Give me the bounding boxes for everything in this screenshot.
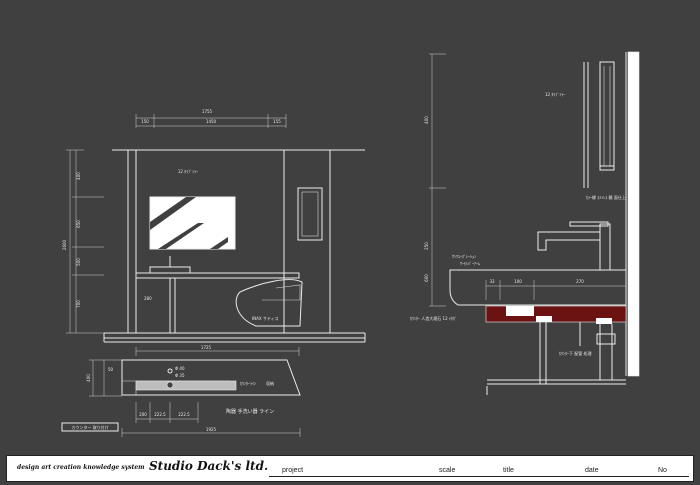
plan-part-dim: 200 xyxy=(139,412,147,417)
section-faucet-label2: ｻｰﾓﾚﾊﾞｰｱｰﾑ xyxy=(460,261,480,266)
left-dim: 700 xyxy=(76,300,81,308)
cad-drawing: 1755 150 1450 155 2600 400 650 500 700 1… xyxy=(61,51,640,437)
section-dim: 400 xyxy=(424,116,429,124)
mirror-label: 12 ﾀｲﾌﾞﾐﾗｰ xyxy=(178,168,198,174)
section-pipe-label: ｶｳﾝﾀｰ下 配管 処理 xyxy=(559,350,592,356)
drawing-canvas: 1755 150 1450 155 2600 400 650 500 700 1… xyxy=(0,0,700,485)
plan-small-dim: 50 xyxy=(108,367,114,372)
front-elevation: 1755 150 1450 155 2600 400 650 500 700 1… xyxy=(62,109,366,356)
plan-sink-label: 陶器 手洗い器 ライン xyxy=(226,408,274,415)
top-dim-part: 1450 xyxy=(206,119,217,124)
bottom-dim: 1725 xyxy=(201,345,212,350)
left-dim: 400 xyxy=(76,172,81,180)
plan-hole-label: Φ 40 xyxy=(175,366,185,371)
title-brand: Studio Dack's ltd. xyxy=(149,459,269,473)
section-faucet-label: ｻﾝﾜｺｰﾎﾟﾚｰｼｮﾝ xyxy=(452,253,476,259)
toilet-label: INAX サティス xyxy=(252,315,279,321)
top-dim-part: 155 xyxy=(273,119,281,124)
title-rule xyxy=(269,476,689,477)
title-label: title xyxy=(503,467,514,474)
section-counter-label: ｶｳﾝﾀｰ 人造大理石 12 ｲﾀｶﾞ xyxy=(410,315,457,321)
plan-tag: カウンター 取り付け xyxy=(71,424,108,430)
plan-total-dim: 1925 xyxy=(206,427,217,432)
section-dim: 250 xyxy=(424,242,429,250)
title-block: design art creation knowledge system Stu… xyxy=(6,455,694,482)
counter-plan: 400 50 Φ 40 Φ 35 ｶｳﾝﾀｰﾗｲﾝ 収納 陶器 手洗い器 ライン… xyxy=(61,359,301,437)
counter-dim: 270 xyxy=(576,279,584,284)
section-frame-label: ｶﾗｰ縁 ｽﾃﾝﾚｽ 鏡 面仕上 xyxy=(586,194,626,200)
plan-basin-label: ｶｳﾝﾀｰﾗｲﾝ xyxy=(240,380,256,386)
section-mirror-label: 12 ﾀｲﾌﾞﾐﾗｰ xyxy=(545,91,565,97)
counter-dim: 100 xyxy=(514,279,522,284)
top-dim-part: 150 xyxy=(141,119,149,124)
date-label: date xyxy=(585,467,599,474)
title-slogan: design art creation knowledge system xyxy=(17,464,145,471)
top-dim-total: 1755 xyxy=(202,109,213,114)
plan-storage-label: 収納 xyxy=(266,380,274,386)
left-dim-total: 2600 xyxy=(62,239,67,250)
plan-depth-dim: 400 xyxy=(86,374,91,382)
side-section: 400 250 600 12 ﾀｲﾌﾞﾐﾗｰ ｶﾗｰ縁 ｽﾃﾝﾚｽ 鏡 面仕上 … xyxy=(410,51,640,395)
scale-label: scale xyxy=(439,467,456,474)
plan-part-dim: 222.5 xyxy=(154,412,166,417)
plan-part-dim: 222.5 xyxy=(178,412,190,417)
left-dim: 650 xyxy=(76,220,81,228)
counter-dim: 33 xyxy=(489,279,495,284)
project-label: project xyxy=(282,467,304,474)
post-dim: 280 xyxy=(144,296,152,301)
left-dim: 500 xyxy=(76,258,81,266)
section-dim: 600 xyxy=(424,274,429,282)
plan-hole-label: Φ 35 xyxy=(175,373,185,378)
no-label: No xyxy=(658,467,667,474)
